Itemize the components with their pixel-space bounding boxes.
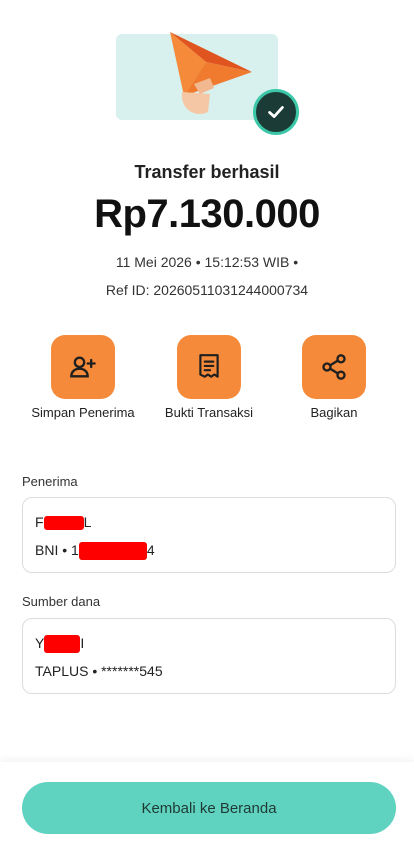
transaction-proof-button[interactable]: Bukti Transaksi [154, 335, 264, 421]
recipient-section-label: Penerima [22, 474, 78, 489]
add-user-icon [70, 356, 96, 378]
paper-plane-icon [170, 32, 252, 114]
source-section-label: Sumber dana [22, 594, 101, 609]
share-label: Bagikan [310, 405, 358, 420]
share-icon-button[interactable] [302, 335, 366, 399]
recipient-card: FL BNI • 14 [22, 497, 396, 573]
recipient-name: FL [35, 514, 92, 531]
receipt-icon [199, 354, 219, 378]
success-illustration [112, 18, 302, 140]
source-name: YI [35, 635, 85, 654]
recipient-name-prefix: F [35, 514, 44, 530]
action-row: Simpan Penerima Bukti Transaksi Bagikan [0, 335, 414, 445]
source-account: TAPLUS • *******545 [35, 663, 163, 679]
recipient-bank-prefix: BNI • 1 [35, 542, 79, 558]
redaction-mark [44, 635, 81, 654]
save-recipient-icon-button[interactable] [51, 335, 115, 399]
transfer-amount: Rp7.130.000 [94, 192, 320, 236]
share-icon [322, 354, 346, 380]
footer-bar: Kembali ke Beranda [0, 762, 414, 846]
recipient-account-suffix: 4 [146, 542, 155, 558]
source-name-suffix: I [80, 635, 85, 651]
transfer-datetime: 11 Mei 2026 • 15:12:53 WIB • [115, 254, 299, 270]
source-card: YI TAPLUS • *******545 [22, 618, 396, 694]
recipient-name-suffix: L [83, 514, 92, 530]
redaction-mark [43, 516, 84, 531]
redaction-mark [78, 542, 147, 561]
success-check-icon [253, 89, 299, 135]
share-button[interactable]: Bagikan [279, 335, 389, 421]
recipient-account: BNI • 1 4 [35, 542, 155, 561]
transaction-proof-label: Bukti Transaksi [164, 405, 254, 420]
transfer-status-title: Transfer berhasil [134, 162, 280, 182]
source-name-prefix: Y [35, 635, 45, 651]
save-recipient-label: Simpan Penerima [31, 405, 135, 420]
back-to-home-button[interactable]: Kembali ke Beranda [22, 782, 396, 834]
reference-id: Ref ID: 20260511031244000734 [105, 282, 309, 298]
transaction-proof-icon-button[interactable] [177, 335, 241, 399]
save-recipient-button[interactable]: Simpan Penerima [28, 335, 138, 421]
